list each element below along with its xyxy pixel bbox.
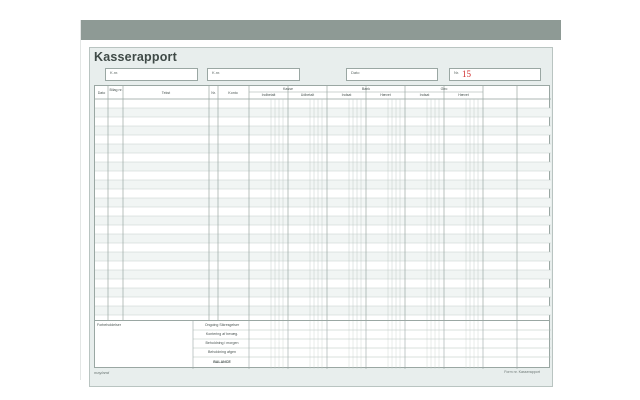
row-shade	[95, 252, 551, 261]
brand-logo: mayland	[94, 370, 110, 375]
row-shade	[95, 270, 551, 279]
sub-header-kasse-out: Udbetalt	[300, 93, 315, 97]
sub-header-kasse-in: Indbetalt	[261, 93, 276, 97]
row-shade	[95, 180, 551, 189]
col-header-dato: Dato	[97, 91, 106, 95]
summary-notes-label: Forbeholdelser	[97, 323, 121, 327]
form-title: Kasserapport	[94, 50, 177, 64]
row-shade	[95, 162, 551, 171]
header-field-knr-2[interactable]: K.nr.	[207, 68, 300, 81]
header-field-knr-1[interactable]: K.nr.	[105, 68, 198, 81]
ledger-grid	[95, 86, 551, 322]
row-shade	[95, 288, 551, 297]
col-header-bilag: Bilag nr.	[109, 88, 123, 92]
row-shade	[95, 216, 551, 225]
summary-balance-label: BALANCE	[213, 360, 231, 364]
report-number: 15	[462, 69, 471, 79]
group-header-kasse: Kasse	[283, 87, 293, 91]
header-field-dato[interactable]: Dato	[346, 68, 438, 81]
summary-grid	[192, 321, 551, 369]
summary-row-label: Beholdning i morgen	[205, 341, 239, 345]
kasserapport-form: Kasserapport K.nr. K.nr. Dato Nr. 15 Dat…	[80, 20, 561, 387]
row-shade	[95, 198, 551, 207]
row-shade	[95, 126, 551, 135]
group-header-giro: Giro	[440, 87, 448, 91]
row-shade	[95, 108, 551, 117]
summary-row-label: Ongoing Sikresgelser	[204, 323, 240, 327]
sub-header-bank-in: Indsat	[341, 93, 352, 97]
top-band	[81, 20, 561, 40]
col-header-konto: Konto	[228, 91, 238, 95]
sub-header-bank-out: Hævet	[380, 93, 391, 97]
header-field-label: Nr.	[454, 70, 460, 75]
summary-row-label: Kontering af bevæg.	[205, 332, 239, 336]
ledger-table: Dato Bilag nr. Tekst Nr. Konto Kasse Ind…	[94, 85, 551, 322]
col-header-tekst: Tekst	[161, 91, 171, 95]
row-shade	[95, 306, 551, 315]
row-shade	[95, 234, 551, 243]
summary-row-label: Beholdning afgen	[208, 350, 236, 354]
header-field-label: K.nr.	[110, 70, 119, 75]
header-field-label: K.nr.	[212, 70, 221, 75]
col-header-nr: Nr.	[211, 91, 216, 95]
header-field-label: Dato	[351, 70, 360, 75]
sub-header-giro-out: Hævet	[458, 93, 469, 97]
group-header-bank: Bank	[361, 87, 371, 91]
form-number: Form nr. Kasserapport	[504, 370, 540, 374]
row-shade	[95, 144, 551, 153]
summary-section: Forbeholdelser Ongoing Sikresgelser Kont…	[94, 320, 551, 369]
header-field-nr[interactable]: Nr. 15	[449, 68, 541, 81]
sub-header-giro-in: Indsat	[419, 93, 430, 97]
